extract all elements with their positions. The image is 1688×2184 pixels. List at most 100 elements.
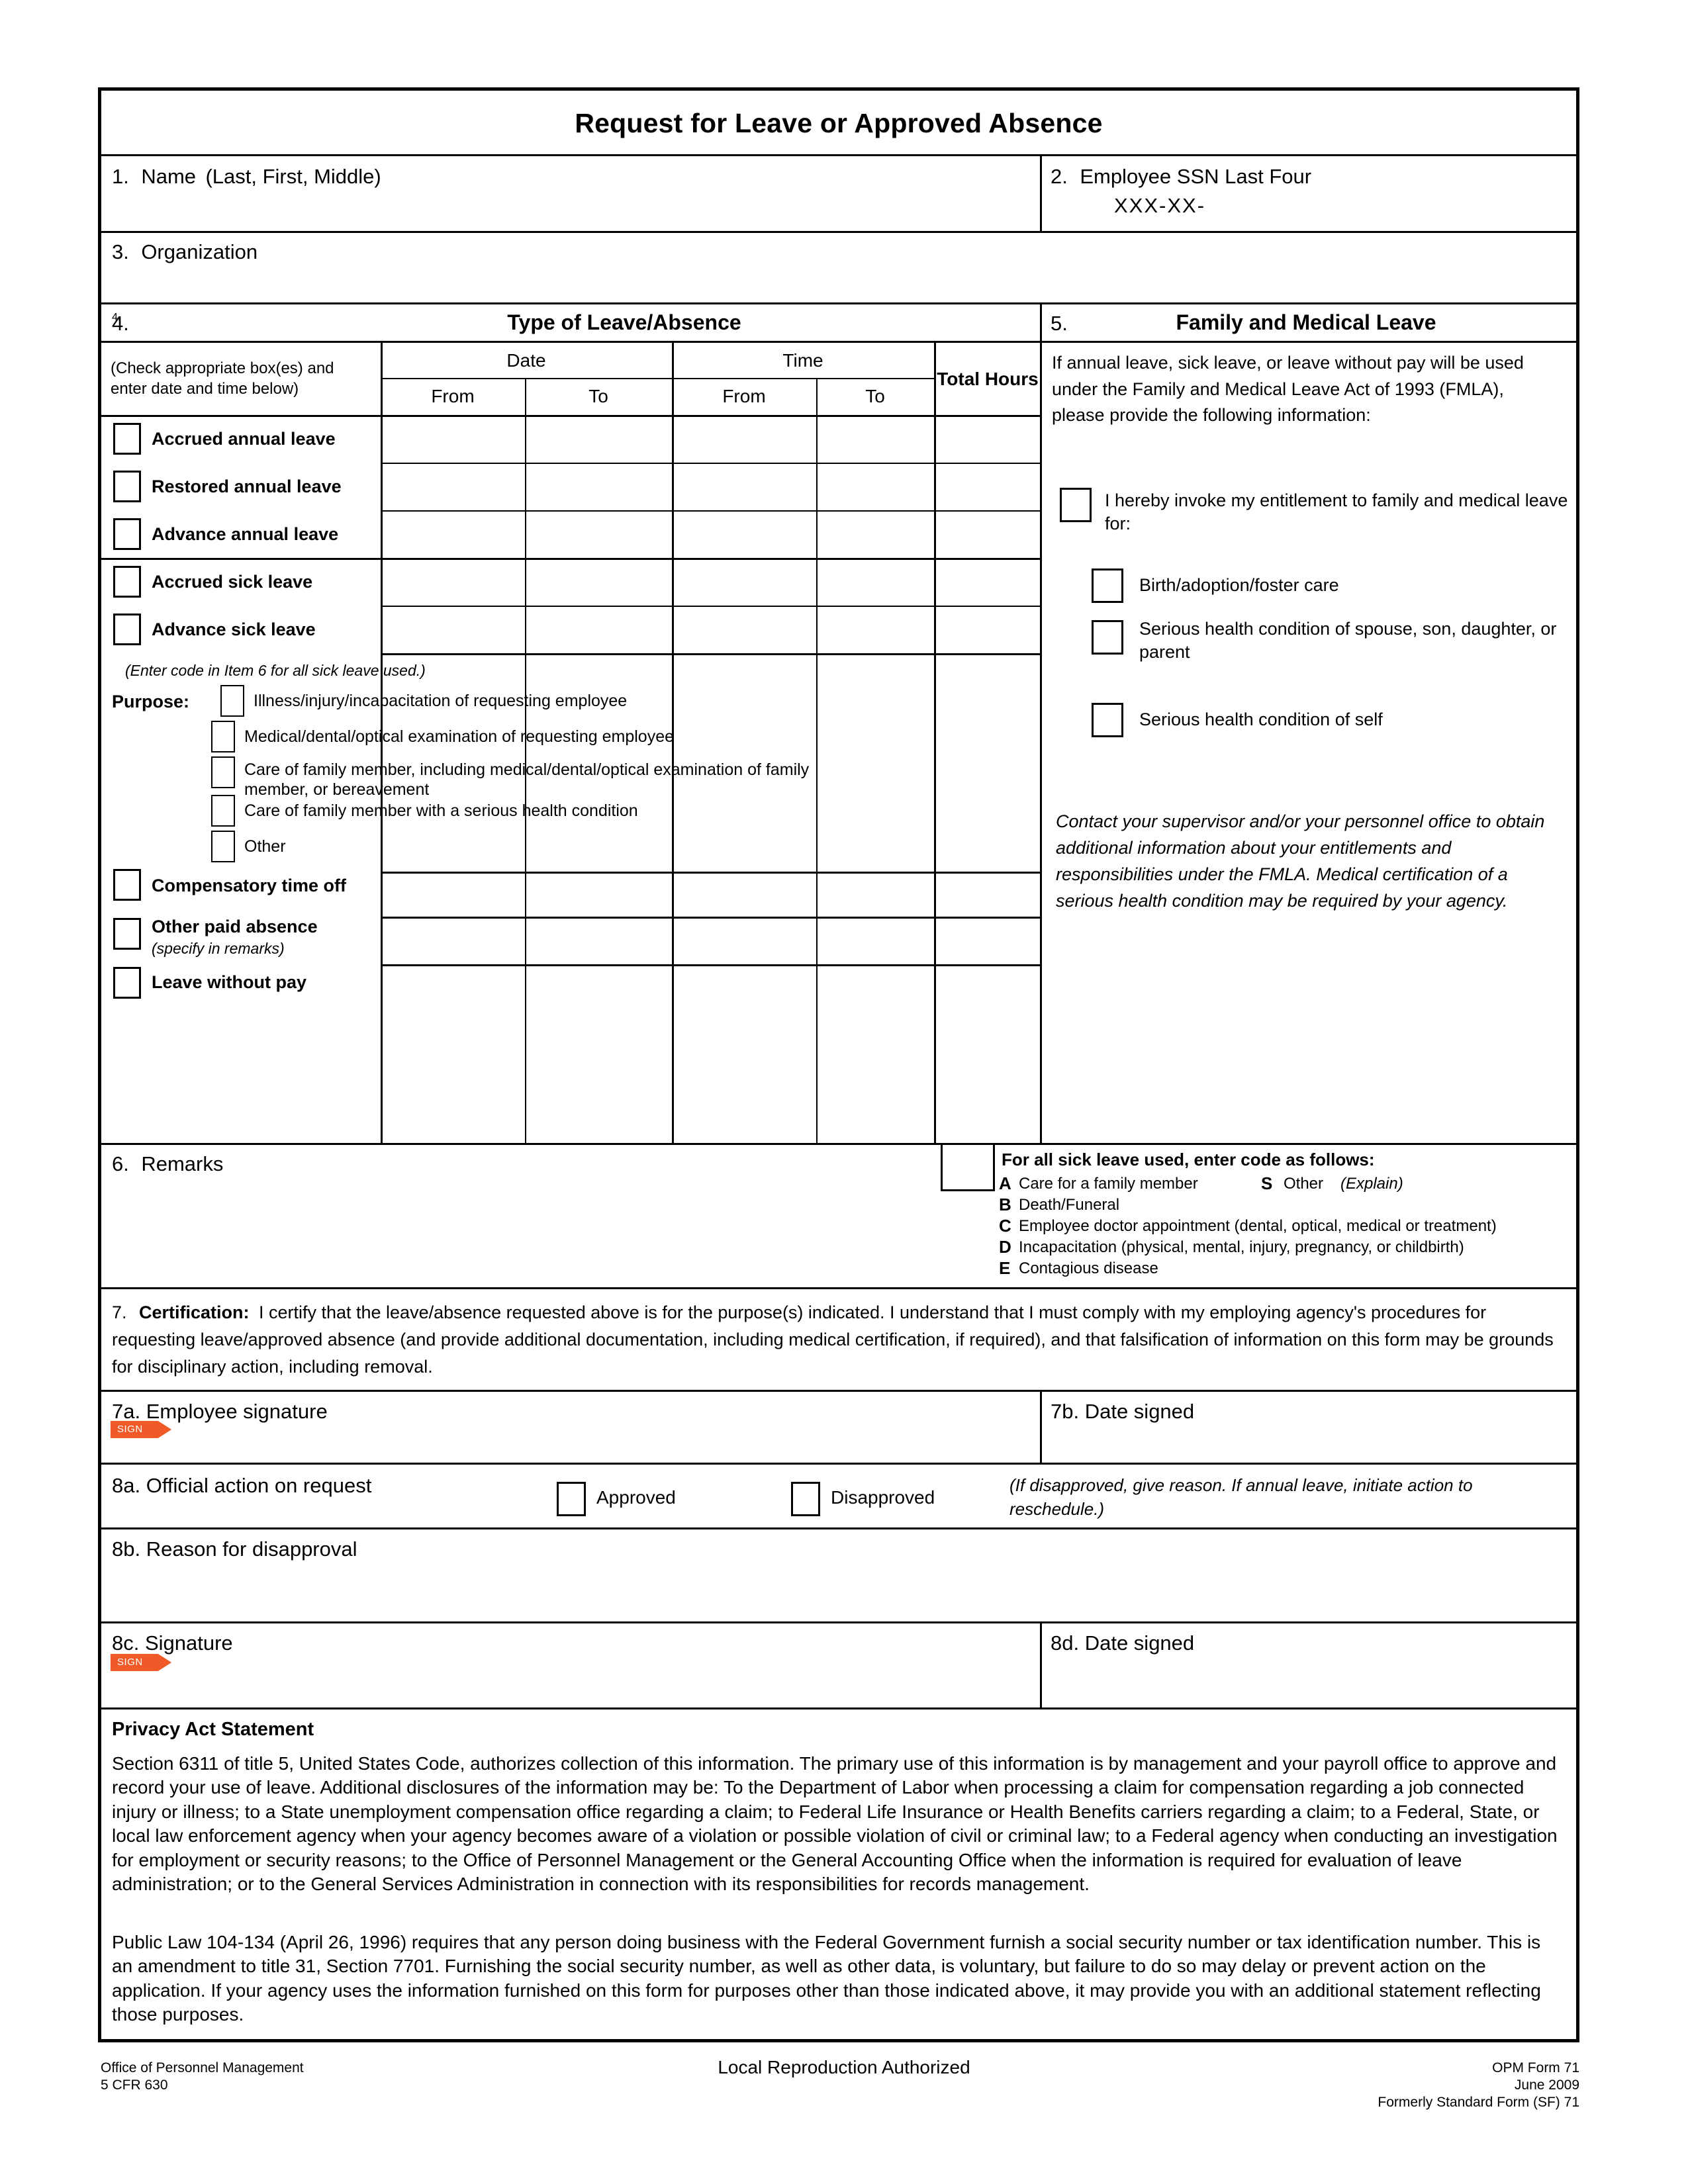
page-title: Request for Leave or Approved Absence xyxy=(575,108,1103,138)
label-purpose-medical-exam: Medical/dental/optical examination of re… xyxy=(244,727,674,746)
code-letter-c: C xyxy=(999,1216,1011,1236)
label-accrued-annual-leave: Accrued annual leave xyxy=(152,429,336,449)
label-leave-without-pay: Leave without pay xyxy=(152,972,307,992)
code-letter-e: E xyxy=(999,1258,1011,1278)
divider-sec6-bottom xyxy=(101,1287,1576,1289)
grid-h-5 xyxy=(381,653,1040,655)
employee-signature-label: 7a. Employee signature xyxy=(112,1400,328,1423)
col-date-from: From xyxy=(431,386,475,406)
grid-v-4 xyxy=(934,341,936,1143)
code-text-e: Contagious disease xyxy=(1019,1259,1158,1277)
item1-hint: (Last, First, Middle) xyxy=(205,165,381,188)
item2-label: Employee SSN Last Four xyxy=(1080,165,1312,188)
checkbox-accrued-sick-leave[interactable] xyxy=(113,566,141,598)
privacy-paragraph-2: Public Law 104-134 (April 26, 1996) requ… xyxy=(112,1932,1541,2025)
col-time-from: From xyxy=(722,386,766,406)
checkbox-purpose-illness[interactable] xyxy=(220,685,244,717)
item5-body: If annual leave, sick leave, or leave wi… xyxy=(1052,353,1524,426)
label-purpose-serious-family: Care of family member with a serious hea… xyxy=(244,801,638,820)
certification-block: 7. Certification: I certify that the lea… xyxy=(112,1299,1555,1381)
checkbox-advance-annual-leave[interactable] xyxy=(113,518,141,550)
col-date: Date xyxy=(506,350,546,371)
checkbox-compensatory-time-off[interactable] xyxy=(113,869,141,901)
divider-table-head xyxy=(101,415,1040,417)
ssn-field-label-group: 2. Employee SSN Last Four xyxy=(1051,165,1311,189)
checkbox-purpose-other[interactable] xyxy=(211,831,235,862)
label-purpose-family-care: Care of family member, including medical… xyxy=(244,760,810,799)
checkbox-other-paid-absence[interactable] xyxy=(113,918,141,950)
item6-label-group: 6. Remarks xyxy=(112,1152,223,1176)
checkbox-leave-without-pay[interactable] xyxy=(113,967,141,999)
checkbox-fmla-serious-family[interactable] xyxy=(1092,620,1123,655)
item1-label: Name xyxy=(141,165,197,188)
grid-h-1 xyxy=(381,463,1040,464)
item2-number: 2. xyxy=(1051,165,1068,188)
item3-number: 3. xyxy=(112,240,129,263)
checkbox-purpose-serious-family[interactable] xyxy=(211,795,235,827)
code-text-d: Incapacitation (physical, mental, injury… xyxy=(1019,1238,1464,1256)
divider-name-ssn xyxy=(1040,154,1042,231)
label-purpose-illness: Illness/injury/incapacitation of request… xyxy=(254,692,628,710)
divider-sec8-bottom xyxy=(101,1707,1576,1709)
label-other-paid-absence-sub: (specify in remarks) xyxy=(152,940,285,957)
divider-sec7-bottom xyxy=(101,1463,1576,1465)
codes-heading: For all sick leave used, enter code as f… xyxy=(1002,1150,1375,1169)
checkbox-advance-sick-leave[interactable] xyxy=(113,614,141,645)
checkbox-purpose-medical-exam[interactable] xyxy=(211,721,235,752)
divider-8b-8c xyxy=(101,1621,1576,1623)
item7-label: Certification: xyxy=(138,1302,250,1322)
official-signature-label: 8c. Signature xyxy=(112,1631,233,1655)
sick-leave-note: (Enter code in Item 6 for all sick leave… xyxy=(125,662,426,679)
sick-code-entry-box[interactable] xyxy=(941,1145,995,1191)
item3-label: Organization xyxy=(141,240,258,263)
code-letter-s: S xyxy=(1261,1173,1273,1193)
checkbox-accrued-annual-leave[interactable] xyxy=(113,423,141,455)
item4-number-text: 4. xyxy=(112,312,129,335)
col-date-to: To xyxy=(588,386,608,406)
purpose-label: Purpose: xyxy=(112,692,190,711)
checkbox-purpose-family-care[interactable] xyxy=(211,756,235,788)
reason-for-disapproval-label: 8b. Reason for disapproval xyxy=(112,1537,357,1561)
ssn-mask: XXX-XX- xyxy=(1114,194,1206,217)
form-page: Request for Leave or Approved Absence 1.… xyxy=(0,0,1688,2184)
checkbox-fmla-serious-self[interactable] xyxy=(1092,703,1123,737)
label-fmla-birth-adoption: Birth/adoption/foster care xyxy=(1139,575,1339,595)
name-field-label-group: 1. Name (Last, First, Middle) xyxy=(112,165,381,189)
code-letter-d: D xyxy=(999,1237,1011,1257)
item7-number: 7. xyxy=(112,1302,127,1322)
privacy-paragraph-1: Section 6311 of title 5, United States C… xyxy=(112,1753,1558,1894)
item5-note: Contact your supervisor and/or your pers… xyxy=(1056,811,1545,911)
label-approved: Approved xyxy=(596,1487,676,1508)
divider-sec4-head xyxy=(101,341,1040,343)
item4-instruction: (Check appropriate box(es) and enter dat… xyxy=(111,359,334,398)
label-accrued-sick-leave: Accrued sick leave xyxy=(152,572,313,592)
divider-title xyxy=(101,154,1576,156)
item5-heading: Family and Medical Leave xyxy=(1176,310,1436,334)
checkbox-disapproved[interactable] xyxy=(791,1482,820,1516)
col-time-to: To xyxy=(865,386,885,406)
divider-sec5-head xyxy=(1040,341,1576,343)
grid-h-6 xyxy=(381,872,1040,874)
grid-h-7 xyxy=(381,917,1040,919)
item7-text: I certify that the leave/absence request… xyxy=(112,1302,1554,1377)
label-advance-sick-leave: Advance sick leave xyxy=(152,619,316,639)
col-time: Time xyxy=(782,350,823,371)
code-hint-s: (Explain) xyxy=(1340,1175,1403,1193)
code-letter-a: A xyxy=(999,1173,1011,1193)
label-restored-annual-leave: Restored annual leave xyxy=(152,477,342,496)
divider-date-sub xyxy=(381,378,672,379)
sign-tag-official[interactable]: SIGN xyxy=(111,1654,171,1671)
grid-h-2 xyxy=(381,510,1040,512)
label-fmla-serious-self: Serious health condition of self xyxy=(1139,709,1383,729)
label-other-paid-absence: Other paid absence xyxy=(152,917,318,936)
code-text-c: Employee doctor appointment (dental, opt… xyxy=(1019,1217,1497,1235)
col-total-hours: Total Hours xyxy=(937,369,1039,389)
item6-label: Remarks xyxy=(141,1152,224,1175)
checkbox-restored-annual-leave[interactable] xyxy=(113,471,141,502)
footer-left-line-2: 5 CFR 630 xyxy=(101,2077,168,2093)
divider-row1 xyxy=(101,231,1576,233)
checkbox-fmla-birth-adoption[interactable] xyxy=(1092,569,1123,603)
code-text-a: Care for a family member xyxy=(1019,1175,1198,1193)
checkbox-invoke-fmla[interactable] xyxy=(1060,488,1092,522)
checkbox-approved[interactable] xyxy=(557,1482,586,1516)
